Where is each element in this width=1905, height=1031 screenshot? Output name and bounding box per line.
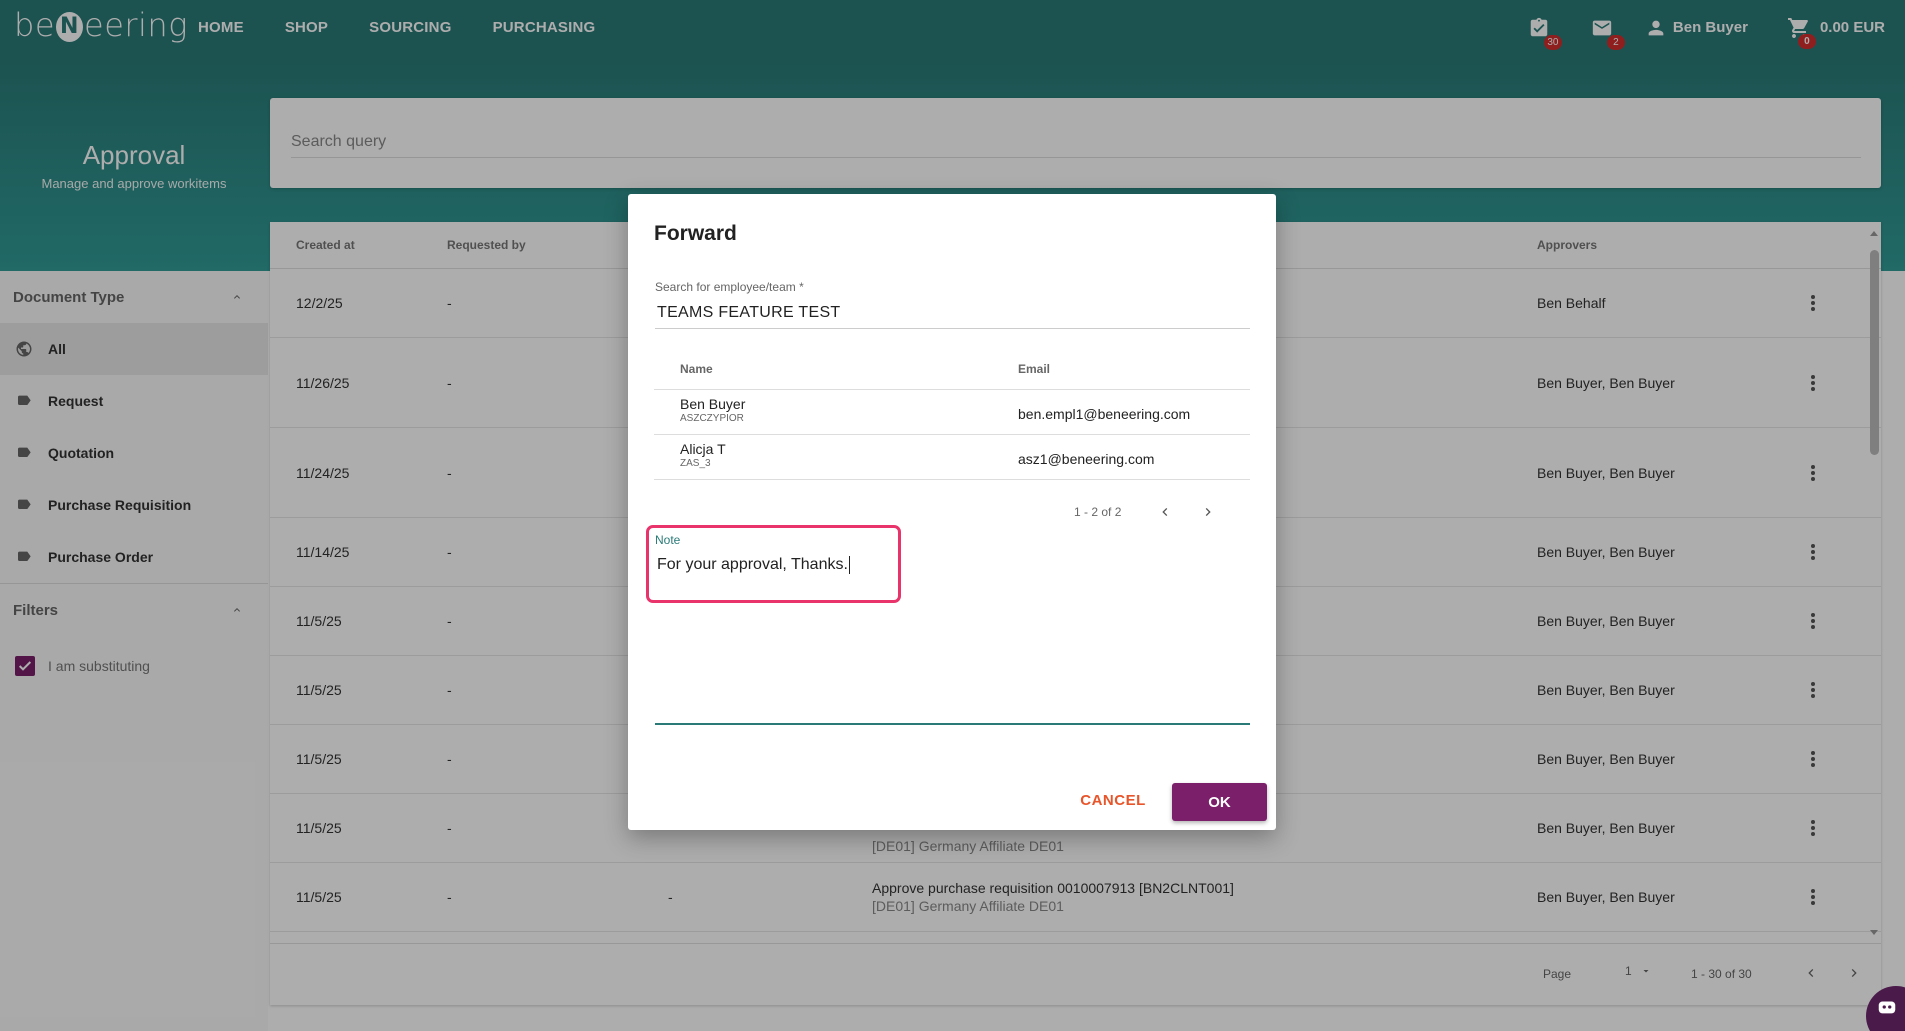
employee-email: asz1@beneering.com xyxy=(1018,451,1155,467)
chevron-left-icon[interactable] xyxy=(1154,501,1176,523)
note-label: Note xyxy=(655,533,681,547)
employee-name: Alicja T xyxy=(680,441,726,457)
employee-search-label-text: Search for employee/team xyxy=(655,280,796,294)
ok-button[interactable]: OK xyxy=(1172,783,1267,821)
required-marker: * xyxy=(799,280,804,294)
note-textarea[interactable]: For your approval, Thanks. xyxy=(657,556,1247,716)
employee-name-cell: Alicja T ZAS_3 xyxy=(680,441,726,469)
employee-input-underline xyxy=(655,328,1250,329)
employee-results-table: Name Email Ben Buyer ASZCZYPIOR ben.empl… xyxy=(654,347,1250,480)
note-underline xyxy=(655,723,1250,725)
chevron-right-icon[interactable] xyxy=(1197,501,1219,523)
note-text: For your approval, Thanks. xyxy=(657,556,848,574)
employee-name-cell: Ben Buyer ASZCZYPIOR xyxy=(680,396,745,424)
forward-dialog: Forward Search for employee/team * TEAMS… xyxy=(628,194,1276,830)
results-range: 1 - 2 of 2 xyxy=(1074,505,1122,519)
employee-email: ben.empl1@beneering.com xyxy=(1018,406,1191,422)
employee-code: ASZCZYPIOR xyxy=(680,413,744,424)
col-email: Email xyxy=(1018,362,1051,376)
col-name: Name xyxy=(680,362,713,376)
bot-icon xyxy=(1878,1001,1896,1014)
employee-row[interactable]: Alicja T ZAS_3 asz1@beneering.com xyxy=(654,435,1250,480)
employee-code: ZAS_3 xyxy=(680,458,711,469)
employee-search-label: Search for employee/team * xyxy=(655,280,804,294)
text-caret xyxy=(848,556,850,574)
employee-name: Ben Buyer xyxy=(680,396,746,412)
dialog-title: Forward xyxy=(654,222,737,245)
employee-search-input[interactable]: TEAMS FEATURE TEST xyxy=(657,304,841,322)
results-pager: 1 - 2 of 2 xyxy=(654,497,1250,527)
cancel-button[interactable]: CANCEL xyxy=(1078,783,1148,817)
results-header: Name Email xyxy=(654,347,1250,390)
employee-row[interactable]: Ben Buyer ASZCZYPIOR ben.empl1@beneering… xyxy=(654,390,1250,435)
